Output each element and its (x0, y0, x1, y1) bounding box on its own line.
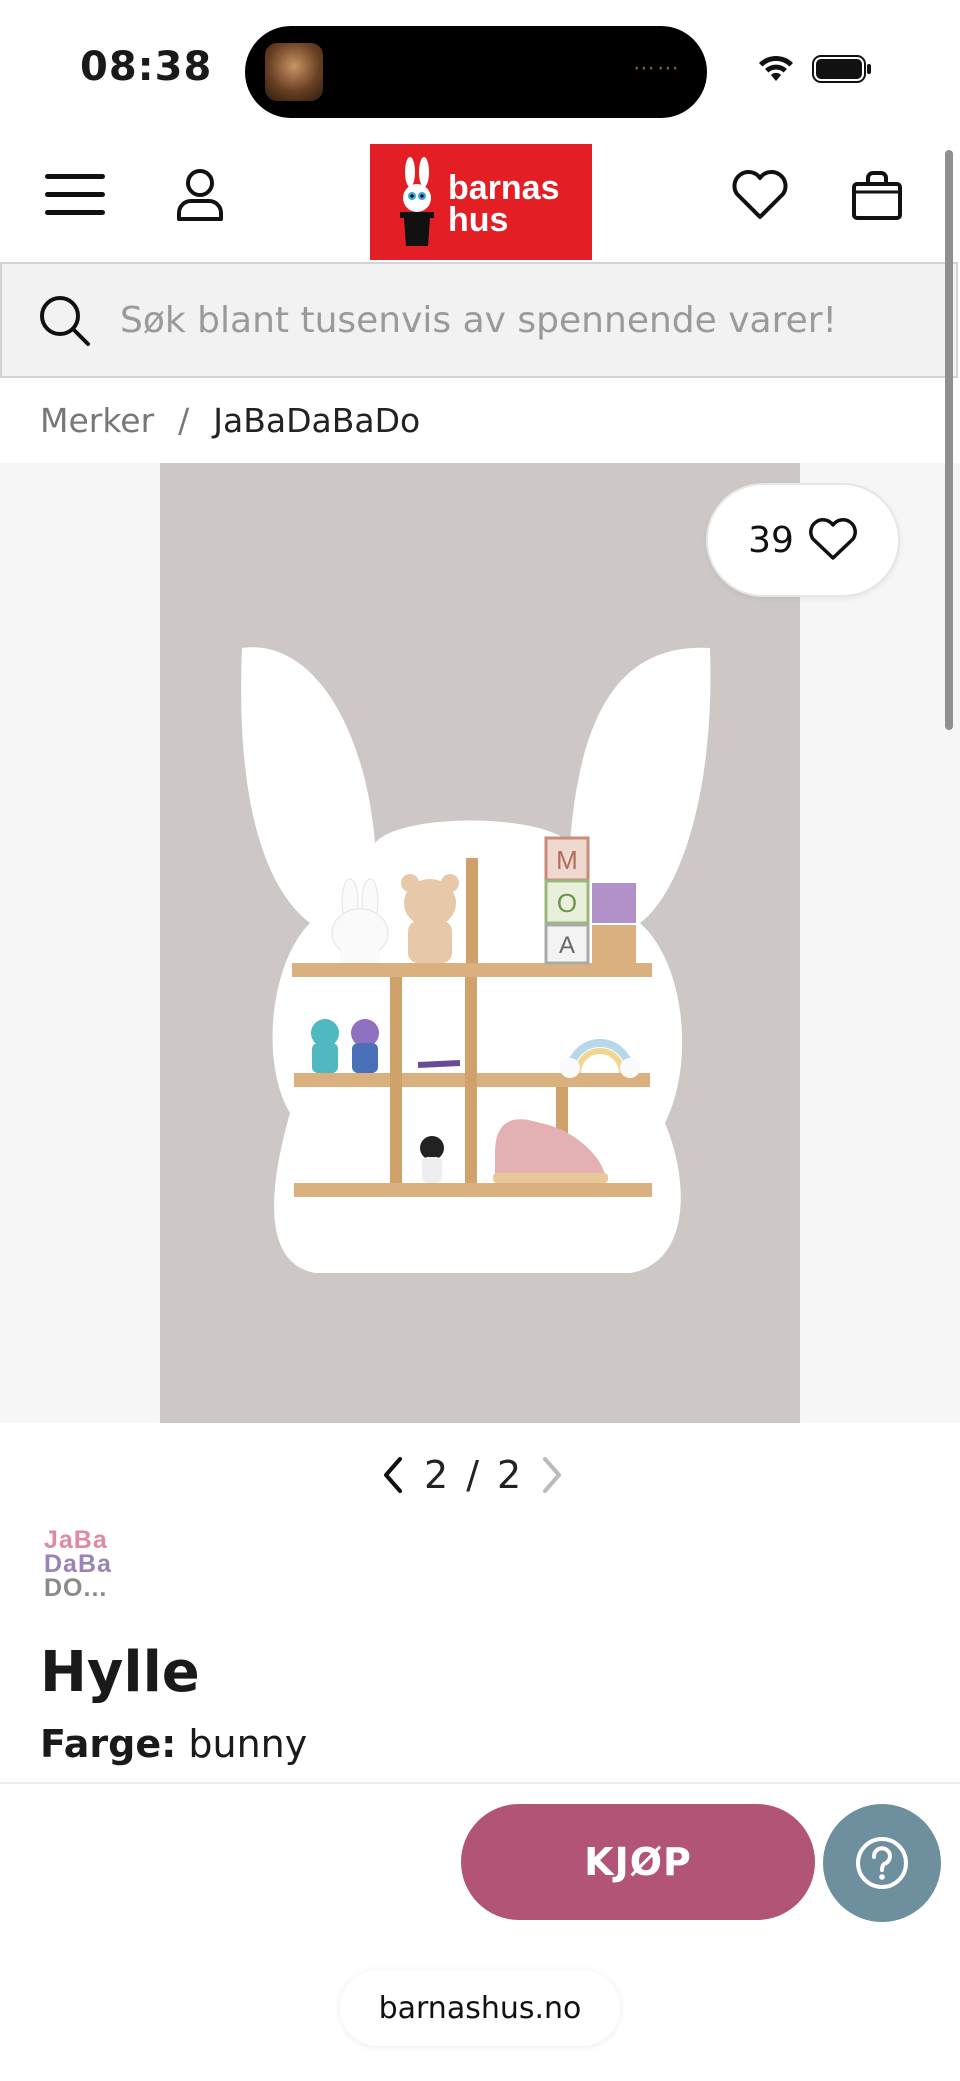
image-pager: 2 / 2 (380, 1445, 565, 1505)
logo-text-line1: barnas (448, 169, 560, 207)
now-playing-artwork (265, 43, 323, 101)
heart-icon (808, 518, 857, 560)
hamburger-icon (45, 174, 105, 215)
barnashus-logo[interactable]: barnas hus (370, 144, 592, 260)
audio-waveform-icon: ⋯⋯ (633, 56, 681, 81)
brand-logo[interactable]: JaBa DaBa DO... (44, 1528, 154, 1608)
browser-url-bar[interactable]: barnashus.no (340, 1970, 620, 2046)
brand-logo-text-2: DaBa (44, 1550, 112, 1578)
color-label: Farge: (40, 1722, 177, 1766)
brand-logo-row-1: JaBa (44, 1526, 154, 1554)
search-icon (40, 296, 90, 346)
site-header: barnas hus (0, 130, 960, 260)
logo-text-line2: hus (448, 201, 509, 239)
product-image[interactable]: M O A (160, 463, 800, 1423)
brand-logo-text-3: DO... (44, 1574, 108, 1602)
chevron-left-icon[interactable] (380, 1455, 406, 1495)
product-color: Farge: bunny (40, 1722, 307, 1766)
svg-text:M: M (556, 845, 578, 875)
status-bar: 08:38 ⋯⋯ (0, 0, 960, 130)
brand-logo-row-3: DO... (44, 1574, 154, 1602)
like-count: 39 (748, 519, 794, 561)
pager-total: 2 (497, 1453, 522, 1497)
sticky-bar-divider (0, 1782, 960, 1784)
status-icons (758, 54, 872, 84)
product-gallery: M O A 39 (0, 463, 960, 1423)
cart-button[interactable] (842, 160, 912, 230)
breadcrumb-link-merker[interactable]: Merker (40, 401, 154, 440)
breadcrumb-separator: / (178, 400, 190, 440)
like-button[interactable]: 39 (706, 483, 900, 597)
dynamic-island[interactable]: ⋯⋯ (245, 26, 707, 118)
help-button[interactable] (823, 1804, 941, 1922)
svg-text:O: O (557, 888, 577, 918)
pager-current: 2 (424, 1453, 449, 1497)
wishlist-button[interactable] (725, 160, 795, 230)
shopping-bag-icon (852, 171, 902, 220)
product-title: Hylle (40, 1640, 200, 1705)
color-value: bunny (188, 1722, 308, 1766)
scrollbar[interactable] (945, 150, 953, 730)
user-icon (177, 169, 223, 221)
battery-icon (812, 55, 871, 83)
bunny-in-hat-icon (400, 157, 434, 246)
search-input[interactable] (120, 299, 900, 341)
bunny-shelf-photo: M O A (241, 647, 711, 1273)
svg-text:A: A (559, 932, 575, 959)
buy-button[interactable]: KJØP (461, 1804, 815, 1920)
wifi-icon (759, 55, 793, 81)
breadcrumb: Merker / JaBaDaBaDo (40, 390, 420, 450)
breadcrumb-current[interactable]: JaBaDaBaDo (213, 401, 420, 440)
chevron-right-icon[interactable] (539, 1455, 565, 1495)
brand-logo-row-2: DaBa (44, 1550, 154, 1578)
status-time: 08:38 (80, 44, 213, 90)
search-bar[interactable] (0, 262, 958, 378)
logo-text: barnas hus (448, 169, 560, 239)
question-icon (856, 1837, 908, 1889)
account-button[interactable] (165, 160, 235, 230)
pager-separator: / (466, 1453, 479, 1497)
brand-logo-text-1: JaBa (44, 1526, 108, 1554)
menu-button[interactable] (40, 160, 110, 230)
heart-icon (732, 170, 788, 219)
